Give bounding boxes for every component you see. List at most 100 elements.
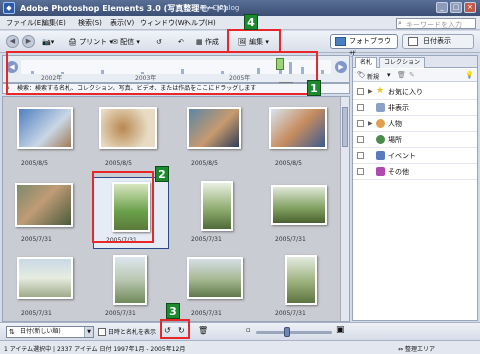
share-label: 配信 bbox=[120, 38, 135, 46]
photo-thumbnail[interactable] bbox=[15, 183, 73, 227]
show-date-name-label: 日時と名札を表示 bbox=[108, 329, 157, 336]
tab-date-view-label: 日付表示 bbox=[423, 37, 451, 45]
thumbnail-size-slider[interactable] bbox=[256, 327, 332, 337]
people-icon bbox=[376, 119, 385, 128]
photo-item[interactable]: 2005/7/31 bbox=[263, 177, 339, 249]
tab-collections[interactable]: コレクション bbox=[379, 57, 426, 68]
callout-badge: 3 bbox=[166, 303, 180, 319]
search-input[interactable]: ⌕ キーワードを入力 bbox=[396, 18, 476, 29]
small-thumbnail-icon[interactable]: ▫ bbox=[246, 326, 251, 334]
dropdown-icon[interactable]: ▾ bbox=[387, 71, 391, 79]
delete-icon[interactable]: 🗑 bbox=[198, 326, 208, 335]
tag-checkbox[interactable] bbox=[357, 120, 364, 127]
menu-edit[interactable]: 編集(E) bbox=[42, 18, 66, 28]
photo-date: 2005/7/31 bbox=[105, 310, 136, 317]
photo-item[interactable]: 2005/8/5 bbox=[263, 101, 339, 173]
forward-icon[interactable]: ▶ bbox=[22, 35, 35, 48]
tag-item-other[interactable]: その他 bbox=[353, 164, 477, 180]
photo-thumbnail[interactable] bbox=[113, 255, 147, 305]
globe-icon bbox=[376, 135, 385, 144]
photo-thumbnail[interactable] bbox=[187, 107, 241, 149]
menu-bar: ファイル(E) 編集(E) 検索(S) 表示(V) ウィンドウ(W) ヘルプ(H… bbox=[0, 16, 480, 30]
photo-thumbnail[interactable] bbox=[285, 255, 317, 305]
undo-icon[interactable]: ↶ bbox=[178, 35, 184, 49]
close-icon[interactable]: × bbox=[464, 2, 476, 13]
photo-grid-scrollbar[interactable] bbox=[340, 97, 349, 321]
photo-item[interactable]: 2005/7/31 bbox=[263, 251, 339, 321]
tag-checkbox[interactable] bbox=[357, 88, 364, 95]
maximize-icon[interactable]: □ bbox=[450, 2, 462, 13]
share-button[interactable]: ✉ 配信 ▾ bbox=[112, 35, 140, 49]
tag-checkbox[interactable] bbox=[357, 104, 364, 111]
photo-thumbnail[interactable] bbox=[201, 181, 233, 231]
photo-date: 2005/7/31 bbox=[275, 236, 306, 243]
new-tag-button[interactable]: 新規 bbox=[367, 72, 379, 81]
photo-thumbnail[interactable] bbox=[271, 185, 327, 225]
callout-box-edit bbox=[227, 29, 281, 53]
app-icon: ◆ bbox=[3, 2, 15, 14]
panel-tabs: 名札 コレクション bbox=[353, 56, 477, 68]
delete-icon[interactable]: 🗑 bbox=[397, 71, 406, 79]
photo-item[interactable]: 2005/8/5 bbox=[9, 101, 85, 173]
callout-badge: 2 bbox=[155, 166, 169, 182]
tag-checkbox[interactable] bbox=[357, 168, 364, 175]
slider-knob[interactable] bbox=[284, 327, 290, 337]
lightbulb-icon[interactable]: 💡 bbox=[465, 71, 474, 79]
show-date-name-checkbox[interactable] bbox=[98, 328, 106, 336]
callout-badge: 4 bbox=[244, 14, 258, 30]
photo-thumbnail[interactable] bbox=[99, 107, 157, 149]
photo-item[interactable]: 2005/7/31 bbox=[179, 251, 255, 321]
camera-import-icon[interactable]: 📷▾ bbox=[42, 35, 54, 49]
tag-item-people[interactable]: ▶ 人物 bbox=[353, 116, 477, 132]
tag-item-events[interactable]: イベント bbox=[353, 148, 477, 164]
photo-thumbnail[interactable] bbox=[17, 107, 73, 149]
tab-tags[interactable]: 名札 bbox=[355, 57, 378, 68]
search-placeholder: キーワードを入力 bbox=[406, 21, 462, 29]
timeline-next-icon[interactable]: ▶ bbox=[335, 61, 347, 73]
organize-area-label: 整理エリア bbox=[404, 346, 435, 353]
photo-item[interactable]: 2005/7/31 bbox=[9, 177, 85, 249]
photo-item[interactable]: 2005/7/31 bbox=[9, 251, 85, 321]
large-thumbnail-icon[interactable]: ▣ bbox=[336, 325, 345, 335]
new-tag-icon[interactable]: 🏷 bbox=[357, 71, 366, 79]
menu-view[interactable]: 表示(V) bbox=[110, 18, 134, 28]
photo-item[interactable]: 2005/7/31 bbox=[93, 251, 169, 321]
photo-date: 2005/7/31 bbox=[21, 236, 52, 243]
star-icon: ★ bbox=[376, 86, 385, 96]
menu-window[interactable]: ウィンドウ(W) bbox=[140, 18, 187, 28]
menu-help[interactable]: ヘルプ(H) bbox=[184, 18, 216, 28]
rotate-icon[interactable]: ↺ bbox=[156, 35, 162, 49]
photo-item[interactable]: 2005/8/5 bbox=[93, 101, 169, 173]
photo-grid: 2005/8/5 2005/8/5 2005/8/5 2005/8/5 2005… bbox=[2, 96, 350, 322]
photo-thumbnail[interactable] bbox=[187, 257, 243, 299]
callout-badge: 1 bbox=[307, 80, 321, 96]
panel-toolbar: 🏷 新規 ▾ 🗑 ✎ 💡 bbox=[353, 69, 477, 82]
photo-thumbnail[interactable] bbox=[269, 107, 327, 149]
print-button[interactable]: 🖨 プリント ▾ bbox=[68, 35, 113, 49]
tag-label: イベント bbox=[388, 152, 416, 160]
photo-item[interactable]: 2005/8/5 bbox=[179, 101, 255, 173]
minimize-icon[interactable]: _ bbox=[436, 2, 448, 13]
tag-item-places[interactable]: 場所 bbox=[353, 132, 477, 148]
tag-checkbox[interactable] bbox=[357, 152, 364, 159]
menu-search[interactable]: 検索(S) bbox=[78, 18, 102, 28]
scrollbar-thumb[interactable] bbox=[342, 107, 348, 147]
tag-checkbox[interactable] bbox=[357, 136, 364, 143]
photo-item[interactable]: 2005/7/31 bbox=[179, 177, 255, 249]
create-button[interactable]: ▦ 作成 bbox=[196, 35, 219, 49]
sort-order-select[interactable]: ⇅ 日付(新しい順) ▼ bbox=[6, 326, 94, 338]
edit-icon[interactable]: ✎ bbox=[409, 71, 415, 79]
photo-thumbnail[interactable] bbox=[17, 257, 73, 299]
photo-date: 2005/7/31 bbox=[275, 310, 306, 317]
back-icon[interactable]: ◀ bbox=[6, 35, 19, 48]
organize-area-toggle[interactable]: ⇔ 整理エリア bbox=[398, 344, 435, 353]
photo-date: 2005/8/5 bbox=[275, 160, 302, 167]
tab-photo-browser[interactable]: フォトブラウザ bbox=[330, 34, 398, 58]
expand-icon[interactable]: ▶ bbox=[368, 88, 373, 95]
expand-icon[interactable]: ▶ bbox=[368, 120, 373, 127]
status-text: 1 アイテム選択中 | 2337 アイテム 日付 1997年1月 - 2005年… bbox=[4, 346, 186, 353]
tag-item-hidden[interactable]: 非表示 bbox=[353, 100, 477, 116]
tag-item-favorites[interactable]: ▶ ★ お気に入り bbox=[353, 84, 477, 100]
menu-file[interactable]: ファイル(E) bbox=[6, 18, 44, 28]
tab-date-view[interactable]: 日付表示 bbox=[402, 34, 474, 49]
